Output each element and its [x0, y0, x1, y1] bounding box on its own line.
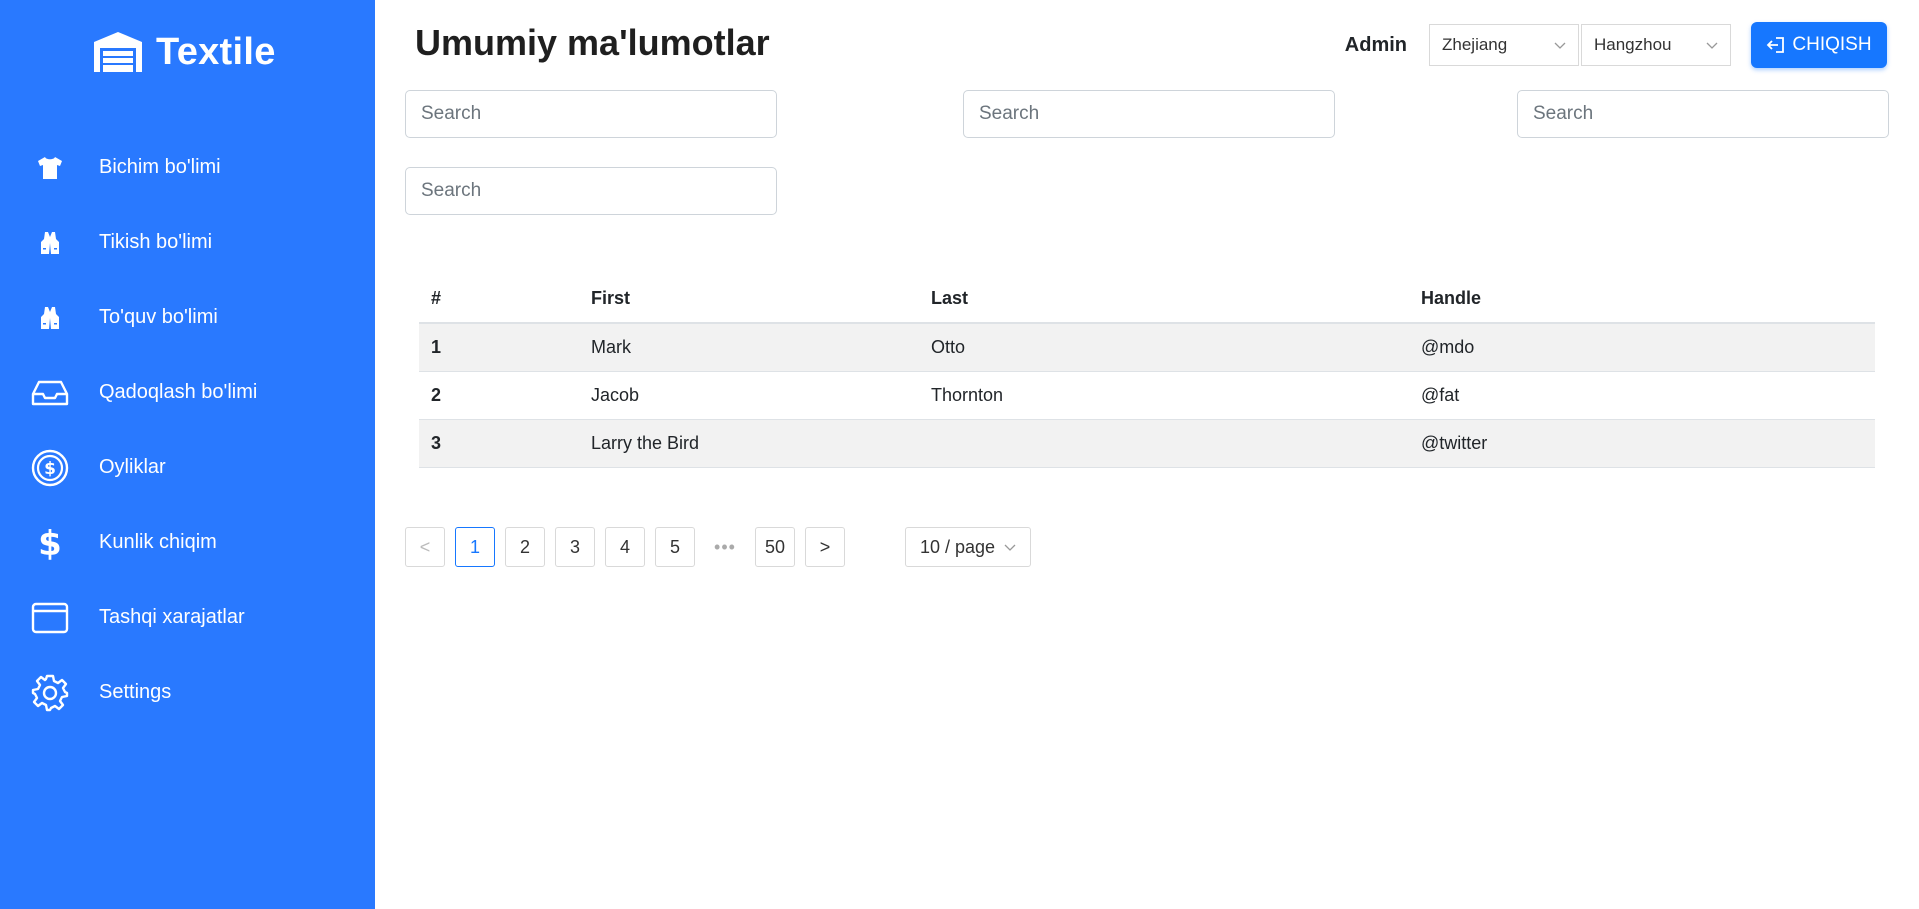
sidebar-item-label: Oyliklar — [99, 456, 166, 478]
table-cell: 3 — [419, 419, 579, 468]
table-cell: Thornton — [919, 371, 1409, 420]
vest-icon — [30, 223, 70, 263]
sidebar-item-label: Settings — [99, 681, 172, 703]
table-cell: Mark — [579, 323, 919, 372]
table-cell: 1 — [419, 323, 579, 372]
city-select[interactable]: Hangzhou — [1581, 24, 1731, 66]
dollar-circle-icon: $ — [30, 448, 70, 488]
table-cell: @mdo — [1409, 323, 1875, 372]
search-input[interactable] — [963, 90, 1335, 138]
brand-name: Textile — [156, 30, 276, 73]
province-select[interactable]: Zhejiang — [1429, 24, 1579, 66]
gear-icon — [30, 673, 70, 713]
card-icon — [30, 598, 70, 638]
logout-icon — [1767, 37, 1785, 53]
column-header: Last — [919, 275, 1409, 324]
table-row[interactable]: 2 Jacob Thornton @fat — [419, 371, 1875, 420]
warehouse-icon — [92, 30, 144, 74]
chevron-down-icon — [1554, 42, 1566, 49]
sidebar-item-label: Bichim bo'limi — [99, 156, 221, 178]
pagination-page-3[interactable]: 3 — [555, 527, 595, 567]
column-header: Handle — [1409, 275, 1875, 324]
table-row[interactable]: 1 Mark Otto @mdo — [419, 323, 1875, 372]
table-row[interactable]: 3 Larry the Bird @twitter — [419, 419, 1875, 468]
search-input[interactable] — [405, 167, 777, 215]
svg-text:$: $ — [44, 459, 56, 479]
pagination: < 1 2 3 4 5 ••• 50 > 10 / page — [405, 527, 1031, 567]
sidebar-item-bichim[interactable]: Bichim bo'limi — [0, 130, 375, 205]
main-content: Umumiy ma'lumotlar Admin Zhejiang Hangzh… — [375, 0, 1919, 909]
table-cell: @twitter — [1409, 419, 1875, 468]
table-header-row: # First Last Handle — [419, 275, 1875, 324]
sidebar-item-oyliklar[interactable]: $ Oyliklar — [0, 430, 375, 505]
sidebar-item-label: Kunlik chiqim — [99, 531, 217, 553]
table-cell: Otto — [919, 323, 1409, 372]
table-cell: @fat — [1409, 371, 1875, 420]
inbox-icon — [30, 373, 70, 413]
pagination-next-button[interactable]: > — [805, 527, 845, 567]
user-role-label: Admin — [1344, 33, 1407, 56]
sidebar-item-settings[interactable]: Settings — [0, 655, 375, 730]
search-input[interactable] — [405, 90, 777, 138]
sidebar-item-label: Tashqi xarajatlar — [99, 606, 245, 628]
column-header: First — [579, 275, 919, 324]
sidebar-item-qadoqlash[interactable]: Qadoqlash bo'limi — [0, 355, 375, 430]
page-title: Umumiy ma'lumotlar — [415, 22, 770, 63]
vest-icon — [30, 298, 70, 338]
page-size-select[interactable]: 10 / page — [905, 527, 1031, 567]
table-cell: Larry the Bird — [579, 419, 919, 468]
search-input[interactable] — [1517, 90, 1889, 138]
pagination-page-2[interactable]: 2 — [505, 527, 545, 567]
sidebar-item-toquv[interactable]: To'quv bo'limi — [0, 280, 375, 355]
table-cell: 2 — [419, 371, 579, 420]
logout-button[interactable]: CHIQISH — [1751, 22, 1887, 68]
table-cell: Jacob — [579, 371, 919, 420]
sidebar-nav: Bichim bo'limi Tikish bo'limi To'quv bo'… — [0, 130, 375, 730]
header-controls: Admin Zhejiang Hangzhou CHIQISH — [1345, 22, 1887, 68]
pagination-page-5[interactable]: 5 — [655, 527, 695, 567]
page-size-value: 10 / page — [920, 536, 996, 557]
pagination-ellipsis[interactable]: ••• — [705, 527, 745, 567]
pagination-prev-button[interactable]: < — [405, 527, 445, 567]
tshirt-icon — [30, 148, 70, 188]
chevron-down-icon — [1706, 42, 1718, 49]
sidebar-item-tikish[interactable]: Tikish bo'limi — [0, 205, 375, 280]
sidebar-item-label: To'quv bo'limi — [99, 306, 218, 328]
pagination-page-1[interactable]: 1 — [455, 527, 495, 567]
brand[interactable]: Textile — [92, 30, 276, 74]
pagination-page-last[interactable]: 50 — [755, 527, 795, 567]
province-select-value: Zhejiang — [1442, 35, 1508, 54]
sidebar-item-kunlik-chiqim[interactable]: $ Kunlik chiqim — [0, 505, 375, 580]
data-table: # First Last Handle 1 Mark Otto @mdo 2 J… — [419, 275, 1875, 468]
column-header: # — [419, 275, 579, 324]
sidebar: Textile Bichim bo'limi Tikish bo'limi To… — [0, 0, 375, 909]
chevron-down-icon — [1004, 544, 1016, 551]
table-cell — [919, 419, 1409, 468]
city-select-value: Hangzhou — [1594, 35, 1672, 54]
sidebar-item-label: Tikish bo'limi — [99, 231, 213, 253]
dollar-icon: $ — [30, 523, 70, 563]
sidebar-item-tashqi-xarajatlar[interactable]: Tashqi xarajatlar — [0, 580, 375, 655]
sidebar-item-label: Qadoqlash bo'limi — [99, 381, 258, 403]
pagination-page-4[interactable]: 4 — [605, 527, 645, 567]
logout-label: CHIQISH — [1792, 34, 1872, 55]
svg-text:$: $ — [38, 524, 62, 562]
